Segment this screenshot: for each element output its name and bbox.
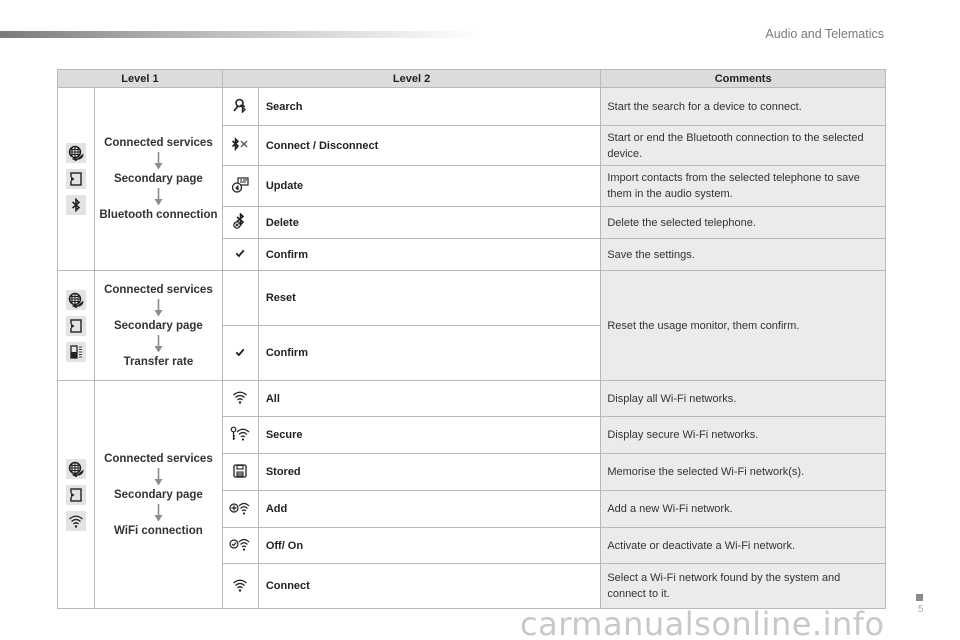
arrow-down-icon xyxy=(154,468,163,486)
wifi-add-icon xyxy=(221,490,259,528)
empty-icon-cell xyxy=(221,270,259,326)
wifi-icon xyxy=(221,563,259,609)
bluetooth-connect-icon xyxy=(221,125,259,166)
save-disk-icon xyxy=(221,453,259,491)
menu-table: Level 1 Level 2 Comments Connected servi… xyxy=(57,69,886,609)
wifi-toggle-icon xyxy=(221,527,259,564)
bluetooth-delete-icon xyxy=(221,206,259,239)
comment: Start the search for a device to connect… xyxy=(600,87,886,126)
comment: Add a new Wi-Fi network. xyxy=(600,490,886,528)
level1-step: WiFi connection xyxy=(114,524,203,537)
level1-path: Connected services Secondary page Transf… xyxy=(93,270,223,381)
comment: Delete the selected telephone. xyxy=(600,206,886,239)
comment: Start or end the Bluetooth connection to… xyxy=(600,125,886,166)
wifi-icon xyxy=(65,510,86,531)
connected-services-icon xyxy=(65,289,86,310)
comment: Import contacts from the selected teleph… xyxy=(600,165,886,207)
level2-label: All xyxy=(257,380,602,417)
table-row: Connected services Secondary page Transf… xyxy=(57,270,886,381)
bluetooth-search-icon xyxy=(221,87,259,126)
level1-step: Bluetooth connection xyxy=(99,209,218,221)
arrow-down-icon xyxy=(154,299,163,317)
comment: Memorise the selected Wi-Fi network(s). xyxy=(600,453,886,491)
level2-label: Confirm xyxy=(257,325,602,381)
arrow-down-icon xyxy=(154,152,163,170)
level2-label: Connect xyxy=(257,563,602,609)
connected-services-icon xyxy=(65,143,86,163)
level2-label: Connect / Disconnect xyxy=(257,125,602,166)
table-row: Connected services Secondary page Blueto… xyxy=(57,87,886,271)
level2-label: Stored xyxy=(257,453,602,491)
comment: Display all Wi-Fi networks. xyxy=(600,380,886,417)
column-header-level2: Level 2 xyxy=(221,69,602,88)
level2-label: Secure xyxy=(257,416,602,454)
contacts-update-icon xyxy=(221,165,259,207)
connected-services-icon xyxy=(65,458,86,479)
checkmark-icon xyxy=(221,238,259,271)
comment: Reset the usage monitor, them confirm. xyxy=(600,270,886,381)
secondary-page-icon xyxy=(65,315,86,336)
level2-label: Reset xyxy=(257,270,602,326)
level2-label: Search xyxy=(257,87,602,126)
comment: Select a Wi-Fi network found by the syst… xyxy=(600,563,886,609)
comment: Display secure Wi-Fi networks. xyxy=(600,416,886,454)
level2-label: Update xyxy=(257,165,602,207)
table-header-row: Level 1 Level 2 Comments xyxy=(57,69,886,88)
level1-path: Connected services Secondary page WiFi c… xyxy=(93,380,223,609)
checkmark-icon xyxy=(221,325,259,381)
comment: Activate or deactivate a Wi-Fi network. xyxy=(600,527,886,564)
transfer-rate-icon xyxy=(65,341,86,362)
arrow-down-icon xyxy=(154,188,163,206)
level2-label: Off/ On xyxy=(257,527,602,564)
level1-step: Secondary page xyxy=(113,319,203,332)
comment: Save the settings. xyxy=(600,238,886,271)
level1-icons xyxy=(57,380,95,609)
wifi-icon xyxy=(221,380,259,417)
level1-step: Connected services xyxy=(104,137,213,149)
level1-step: Connected services xyxy=(104,452,213,465)
wifi-secure-icon xyxy=(221,416,259,454)
page-number: 5 xyxy=(918,604,924,615)
bluetooth-icon xyxy=(65,195,86,215)
level2-label: Confirm xyxy=(257,238,602,271)
page-marker xyxy=(916,594,923,601)
level1-step: Secondary page xyxy=(113,173,203,185)
table-row: Connected services Secondary page WiFi c… xyxy=(57,380,886,609)
arrow-down-icon xyxy=(154,504,163,522)
column-header-comments: Comments xyxy=(600,69,886,88)
level2-label: Delete xyxy=(257,206,602,239)
arrow-down-icon xyxy=(154,335,163,353)
level1-icons xyxy=(57,270,95,381)
level1-icons xyxy=(57,87,95,271)
level1-step: Secondary page xyxy=(113,488,203,501)
section-title: Audio and Telematics xyxy=(765,27,884,41)
secondary-page-icon xyxy=(65,169,86,189)
watermark: carmanualsonline.info xyxy=(520,605,885,640)
level1-path: Connected services Secondary page Blueto… xyxy=(93,87,223,271)
column-header-level1: Level 1 xyxy=(57,69,223,88)
level1-step: Transfer rate xyxy=(123,355,194,368)
level2-label: Add xyxy=(257,490,602,528)
level1-step: Connected services xyxy=(104,283,213,296)
secondary-page-icon xyxy=(65,484,86,505)
header-gradient-bar xyxy=(0,31,480,38)
